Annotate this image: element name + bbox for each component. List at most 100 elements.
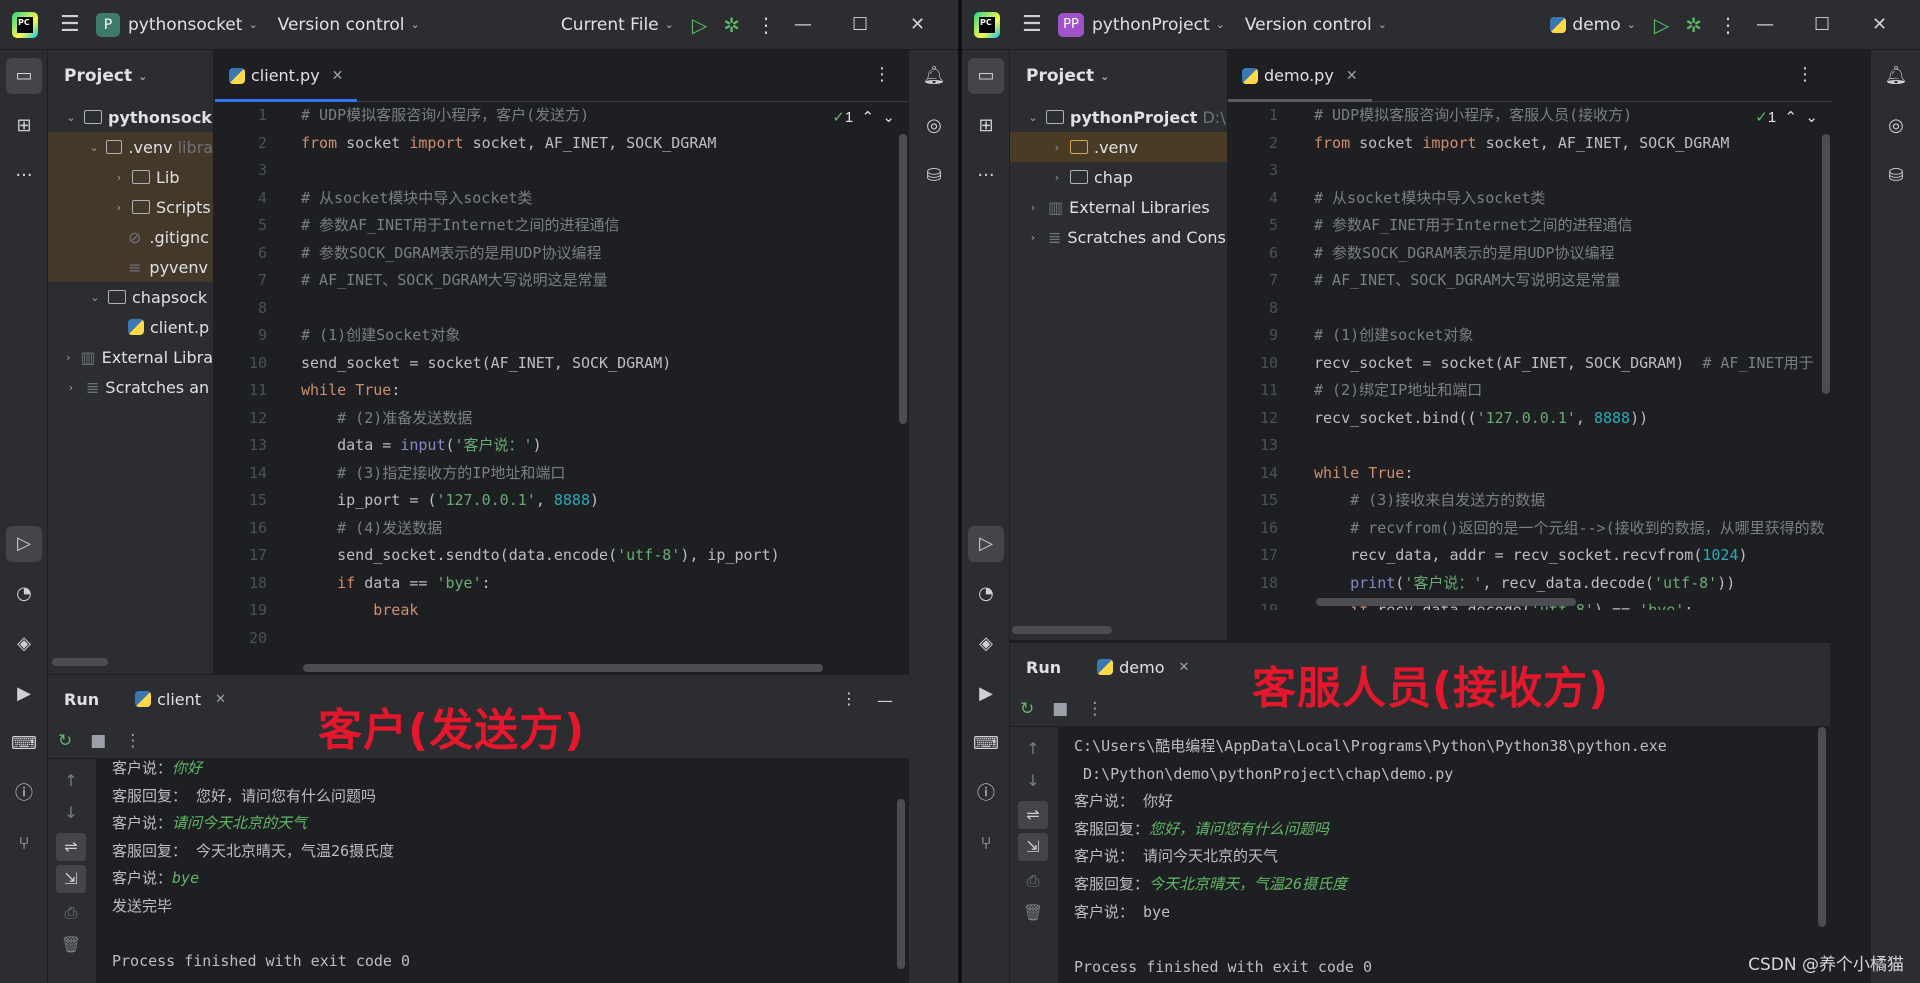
problems-icon[interactable]: ⓘ xyxy=(6,776,42,812)
tree-item-lib[interactable]: › Lib xyxy=(48,162,213,192)
ai-assistant-icon[interactable]: ◎ xyxy=(1878,108,1914,144)
code-area[interactable]: 1 2 3 4 5 6 7 8 9 10 11 12 13 14 15 16 17 18 19 20 # UDP模拟客… xyxy=(215,102,909,674)
close-tab-icon[interactable]: ✕ xyxy=(1346,68,1358,84)
project-panel-title[interactable]: Project ⌄ xyxy=(1010,50,1227,102)
more-icon[interactable]: ⋮ xyxy=(124,731,141,751)
code-line[interactable]: recv_socket = socket(AF_INET, SOCK_DGRAM… xyxy=(1314,350,1825,378)
scroll-to-end-icon[interactable]: ⇲ xyxy=(56,865,86,893)
vertical-scrollbar[interactable] xyxy=(1822,134,1830,394)
horizontal-scrollbar[interactable] xyxy=(1316,598,1576,606)
vertical-scrollbar[interactable] xyxy=(897,799,905,969)
code-line[interactable]: # 参数SOCK_DGRAM表示的是用UDP协议编程 xyxy=(301,240,780,268)
code-line[interactable]: send_socket.sendto(data.encode('utf-8'),… xyxy=(301,542,780,570)
main-menu-icon[interactable]: ☰ xyxy=(1012,0,1048,50)
more-icon[interactable]: ⋮ xyxy=(841,689,857,708)
project-switcher[interactable]: P pythonsocket ⌄ xyxy=(86,0,268,50)
close-icon[interactable]: ✕ xyxy=(900,0,958,50)
horizontal-scrollbar[interactable] xyxy=(1012,626,1112,634)
code-line[interactable]: # (3)指定接收方的IP地址和端口 xyxy=(301,460,780,488)
terminal-icon[interactable]: ⌨ xyxy=(6,726,42,762)
horizontal-scrollbar[interactable] xyxy=(52,658,108,666)
tree-item-external-libraries[interactable]: › ▥ External Libraries xyxy=(1010,192,1227,222)
tree-item-client-py[interactable]: client.p xyxy=(48,312,213,342)
more-tools-icon[interactable]: ··· xyxy=(968,158,1004,194)
project-switcher[interactable]: PP pythonProject ⌄ xyxy=(1048,0,1235,50)
git-icon[interactable]: ⑂ xyxy=(968,826,1004,862)
console-output[interactable]: ↑ ↓ ⇌ ⇲ ⎙ 🗑︎ C:\Users\酷电编程\AppData\Local… xyxy=(1010,727,1830,983)
ai-assistant-icon[interactable]: ◎ xyxy=(916,108,952,144)
code-line[interactable]: # (3)接收来自发送方的数据 xyxy=(1314,487,1825,515)
inspection-widget[interactable]: ✓1 ⌃ ⌄ xyxy=(1755,108,1818,126)
run-tab-client[interactable]: client ✕ xyxy=(135,690,226,709)
vertical-scrollbar[interactable] xyxy=(1818,727,1826,927)
tree-item-root[interactable]: ⌄ pythonsock xyxy=(48,102,213,132)
inspection-widget[interactable]: ✓1 ⌃ ⌄ xyxy=(832,108,895,126)
code-line[interactable]: # (1)创建Socket对象 xyxy=(301,322,780,350)
tab-demo-py[interactable]: demo.py ✕ xyxy=(1228,50,1372,102)
code-line[interactable]: send_socket = socket(AF_INET, SOCK_DGRAM… xyxy=(301,350,780,378)
tree-item-pyvenv[interactable]: ≡ pyvenv xyxy=(48,252,213,282)
code-line[interactable]: print('客户说：', recv_data.decode('utf-8')) xyxy=(1314,570,1825,598)
services-icon[interactable]: ▶ xyxy=(968,676,1004,712)
code-line[interactable] xyxy=(301,295,780,323)
database-icon[interactable]: ⛁ xyxy=(1878,158,1914,194)
close-tab-icon[interactable]: ✕ xyxy=(1178,660,1189,675)
code-line[interactable] xyxy=(301,157,780,185)
code-line[interactable] xyxy=(301,625,780,653)
run-icon[interactable]: ▷ xyxy=(1646,0,1677,50)
tree-item-chap[interactable]: › chap xyxy=(1010,162,1227,192)
chevron-up-icon[interactable]: ⌃ xyxy=(862,109,875,126)
code-line[interactable]: # 参数AF_INET用于Internet之间的进程通信 xyxy=(301,212,780,240)
code-line[interactable]: # (2)准备发送数据 xyxy=(301,405,780,433)
code-line[interactable] xyxy=(1314,295,1825,323)
code-line[interactable]: while True: xyxy=(301,377,780,405)
version-control-menu[interactable]: Version control ⌄ xyxy=(1235,0,1397,50)
code-line[interactable]: if data == 'bye': xyxy=(301,570,780,598)
print-icon[interactable]: ⎙ xyxy=(1018,867,1048,895)
layers-icon[interactable]: ◈ xyxy=(6,626,42,662)
print-icon[interactable]: ⎙ xyxy=(56,899,86,927)
git-icon[interactable]: ⑂ xyxy=(6,826,42,862)
python-console-icon[interactable]: ◔ xyxy=(6,576,42,612)
run-config-selector[interactable]: Current File ⌄ xyxy=(551,0,684,50)
close-icon[interactable]: ✕ xyxy=(1862,0,1920,50)
layers-icon[interactable]: ◈ xyxy=(968,626,1004,662)
code-line[interactable]: ip_port = ('127.0.0.1', 8888) xyxy=(301,487,780,515)
terminal-icon[interactable]: ⌨ xyxy=(968,726,1004,762)
tree-item-venv[interactable]: › .venv xyxy=(1010,132,1227,162)
code-line[interactable]: # (1)创建socket对象 xyxy=(1314,322,1825,350)
code-line[interactable]: from socket import socket, AF_INET, SOCK… xyxy=(301,130,780,158)
tree-item-venv[interactable]: ⌄ .venv libra xyxy=(48,132,213,162)
maximize-icon[interactable]: ☐ xyxy=(842,0,900,50)
scroll-up-icon[interactable]: ↑ xyxy=(56,767,86,795)
code-line[interactable]: # recvfrom()返回的是一个元组-->(接收到的数据，从哪里获得的数 xyxy=(1314,515,1825,543)
code-line[interactable]: while True: xyxy=(1314,460,1825,488)
code-line[interactable]: recv_data, addr = recv_socket.recvfrom(1… xyxy=(1314,542,1825,570)
code-lines[interactable]: # UDP模拟客服咨询小程序，客户(发送方) from socket import… xyxy=(301,102,780,652)
version-control-menu[interactable]: Version control ⌄ xyxy=(268,0,430,50)
tab-client-py[interactable]: client.py ✕ xyxy=(215,50,358,102)
code-line[interactable]: # 参数SOCK_DGRAM表示的是用UDP协议编程 xyxy=(1314,240,1825,268)
close-tab-icon[interactable]: ✕ xyxy=(215,692,226,707)
chevron-down-icon[interactable]: ⌄ xyxy=(1805,109,1818,126)
code-line[interactable]: # AF_INET、SOCK_DGRAM大写说明这是常量 xyxy=(1314,267,1825,295)
run-icon[interactable]: ▷ xyxy=(684,0,715,50)
more-icon[interactable]: ⋮ xyxy=(873,64,891,85)
trash-icon[interactable]: 🗑︎ xyxy=(56,931,86,959)
minimize-icon[interactable]: — xyxy=(784,0,842,50)
project-panel-title[interactable]: Project ⌄ xyxy=(48,50,213,102)
code-line[interactable] xyxy=(1314,432,1825,460)
run-config-selector[interactable]: demo ⌄ xyxy=(1540,0,1645,50)
minimize-icon[interactable]: — xyxy=(1746,0,1804,50)
database-icon[interactable]: ⛁ xyxy=(916,158,952,194)
services-icon[interactable]: ▶ xyxy=(6,676,42,712)
run-tool-icon[interactable]: ▷ xyxy=(6,526,42,562)
code-line[interactable]: # (4)发送数据 xyxy=(301,515,780,543)
close-tab-icon[interactable]: ✕ xyxy=(332,68,344,84)
tree-item-gitignore[interactable]: ⊘ .gitignc xyxy=(48,222,213,252)
tree-item-external-libraries[interactable]: › ▥ External Libra xyxy=(48,342,213,372)
horizontal-scrollbar[interactable] xyxy=(303,664,823,672)
run-tab-demo[interactable]: demo ✕ xyxy=(1097,658,1189,677)
tree-item-scratches[interactable]: › ≣ Scratches and Cons xyxy=(1010,222,1227,252)
notifications-icon[interactable]: 🔔︎ xyxy=(1878,58,1914,94)
